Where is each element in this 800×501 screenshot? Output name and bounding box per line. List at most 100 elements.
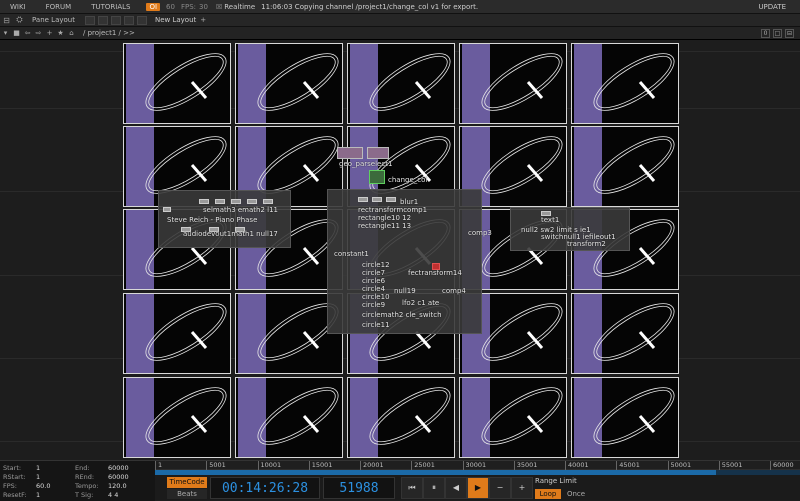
network-path-bar: ▾ ■ ⇦ ⇨ + ★ ⌂ / project1 / >> 0 □ ⊟ <box>0 27 800 40</box>
new-layout-tab[interactable]: New Layout <box>155 16 196 24</box>
play-icon[interactable]: ▶ <box>467 477 489 499</box>
network-path[interactable]: / project1 / >> <box>83 29 135 37</box>
timeline-tick: 25001 <box>411 461 435 470</box>
node-cluster-center[interactable]: blur1 rectransformcomp1 rectangle10 12 r… <box>327 189 492 334</box>
render-tile <box>571 126 679 207</box>
render-tile <box>123 293 231 374</box>
render-tile <box>571 377 679 458</box>
pane-toolbar: ⊟ ⛭ Pane Layout New Layout + <box>0 14 800 27</box>
loop-button[interactable]: Loop <box>535 489 561 499</box>
node-label: circle4 <box>362 285 386 293</box>
play-reverse-icon[interactable]: ◀ <box>445 477 467 499</box>
layout-slot-1[interactable] <box>84 15 95 25</box>
timeline-ruler[interactable]: 1 5001 10001 15001 20001 25001 30001 35001 40001… <box>155 461 800 470</box>
change-col-node[interactable] <box>369 170 385 184</box>
resetf-label: ResetF: <box>3 491 27 499</box>
node-label: rectangle11 13 <box>358 222 412 230</box>
node-label: change_col <box>388 176 428 184</box>
node-label: rectransformcomp1 <box>358 206 428 214</box>
geo-node[interactable] <box>337 147 363 159</box>
rend-label: REnd: <box>75 473 95 481</box>
tempo-label: Tempo: <box>75 482 99 490</box>
realtime-checkbox[interactable]: Realtime <box>216 3 255 11</box>
resetf-value[interactable]: 1 <box>36 491 40 499</box>
layout-slot-3[interactable] <box>110 15 121 25</box>
fps-label: FPS: <box>180 2 197 11</box>
node-label: fectransform14 <box>408 269 462 277</box>
rstart-value[interactable]: 1 <box>36 473 40 481</box>
oi-badge[interactable]: OI <box>146 2 161 11</box>
node-label: circle11 <box>362 321 390 329</box>
render-tile <box>571 43 679 124</box>
chevron-down-icon[interactable]: ▾ <box>0 29 11 37</box>
forward-icon[interactable]: ⇨ <box>33 29 44 37</box>
node-label: lfo2 c1 ate <box>402 299 440 307</box>
layout-slot-2[interactable] <box>97 15 108 25</box>
skip-start-icon[interactable]: ⏮ <box>401 477 423 499</box>
timecode-mode-button[interactable]: TimeCode <box>167 477 207 488</box>
node-cluster-right[interactable]: text1 null2 sw2 limit s ie1 switchnull1 … <box>510 207 630 251</box>
pause-icon[interactable]: ⏸ <box>423 477 445 499</box>
update-button[interactable]: UPDATE <box>758 3 786 11</box>
path-option-1[interactable]: 0 <box>761 28 770 38</box>
range-limit-label: Range Limit <box>535 477 577 485</box>
home-icon[interactable]: ⌂ <box>66 29 77 37</box>
pane-split-icon[interactable]: ⊟ <box>0 16 13 25</box>
layout-slot-4[interactable] <box>123 15 134 25</box>
menu-forum[interactable]: FORUM <box>36 3 82 11</box>
star-icon[interactable]: ★ <box>55 29 66 37</box>
step-back-icon[interactable]: − <box>489 477 511 499</box>
node-label: constant1 <box>334 250 369 258</box>
timeline-tick: 45001 <box>616 461 640 470</box>
rend-value[interactable]: 60000 <box>108 473 129 481</box>
start-value[interactable]: 1 <box>36 464 40 472</box>
fps-value: 30 <box>199 2 208 11</box>
node-label: Steve Reich - Piano Phase <box>167 216 258 224</box>
timecode-display[interactable]: 00:14:26:28 <box>210 477 320 499</box>
beats-mode-button[interactable]: Beats <box>167 489 207 499</box>
frame-display[interactable]: 51988 <box>323 477 395 499</box>
render-tile <box>123 43 231 124</box>
add-icon[interactable]: + <box>44 29 55 37</box>
render-tile <box>235 43 343 124</box>
tsig-label: T Sig: <box>75 491 94 499</box>
node-label: circlemath2 cle_switch <box>362 311 442 319</box>
path-option-2[interactable]: □ <box>773 28 782 38</box>
error-node[interactable] <box>432 263 440 270</box>
node-cluster-left[interactable]: selmath3 emath2 l11 Steve Reich - Piano … <box>158 190 291 248</box>
menu-tutorials[interactable]: TUTORIALS <box>81 3 140 11</box>
timeline-tick: 10001 <box>257 461 281 470</box>
stop-icon[interactable]: ■ <box>11 29 22 37</box>
add-layout-button[interactable]: + <box>200 16 206 24</box>
node-label: rectangle10 12 <box>358 214 412 222</box>
step-forward-icon[interactable]: + <box>511 477 533 499</box>
path-option-3[interactable]: ⊟ <box>785 28 794 38</box>
geo-node-2[interactable] <box>367 147 389 159</box>
layout-slot-5[interactable] <box>136 15 147 25</box>
start-label: Start: <box>3 464 22 472</box>
render-tile <box>347 377 455 458</box>
render-tile <box>347 43 455 124</box>
tempo-value[interactable]: 120.0 <box>108 482 127 490</box>
fps-label: FPS: <box>3 482 17 490</box>
once-button[interactable]: Once <box>563 489 589 499</box>
timeline-tick: 35001 <box>513 461 537 470</box>
timeline-tick: 1 <box>155 461 162 470</box>
menu-wiki[interactable]: WIKI <box>0 3 36 11</box>
status-message: 11:06:03 Copying channel /project1/chang… <box>261 2 479 11</box>
end-value[interactable]: 60000 <box>108 464 129 472</box>
back-icon[interactable]: ⇦ <box>22 29 33 37</box>
pane-type-icon[interactable]: ⛭ <box>13 15 26 25</box>
timeline-tick: 55001 <box>718 461 742 470</box>
rstart-label: RStart: <box>3 473 26 481</box>
render-tile <box>459 377 567 458</box>
node-label: circle12 <box>362 261 390 269</box>
node-label: circle9 <box>362 301 386 309</box>
network-editor[interactable]: selmath3 emath2 l11 Steve Reich - Piano … <box>0 40 800 460</box>
tsig-value[interactable]: 4 4 <box>108 491 118 499</box>
fps-value[interactable]: 60.0 <box>36 482 50 490</box>
node-label: audiodevout1math1 null17 <box>183 230 278 238</box>
transport-bar: TimeCode Beats 00:14:26:28 51988 ⏮ ⏸ ◀ ▶… <box>155 475 800 501</box>
timeline-settings: Start: 1 RStart: 1 FPS: 60.0 ResetF: 1 E… <box>0 461 155 501</box>
end-label: End: <box>75 464 90 472</box>
